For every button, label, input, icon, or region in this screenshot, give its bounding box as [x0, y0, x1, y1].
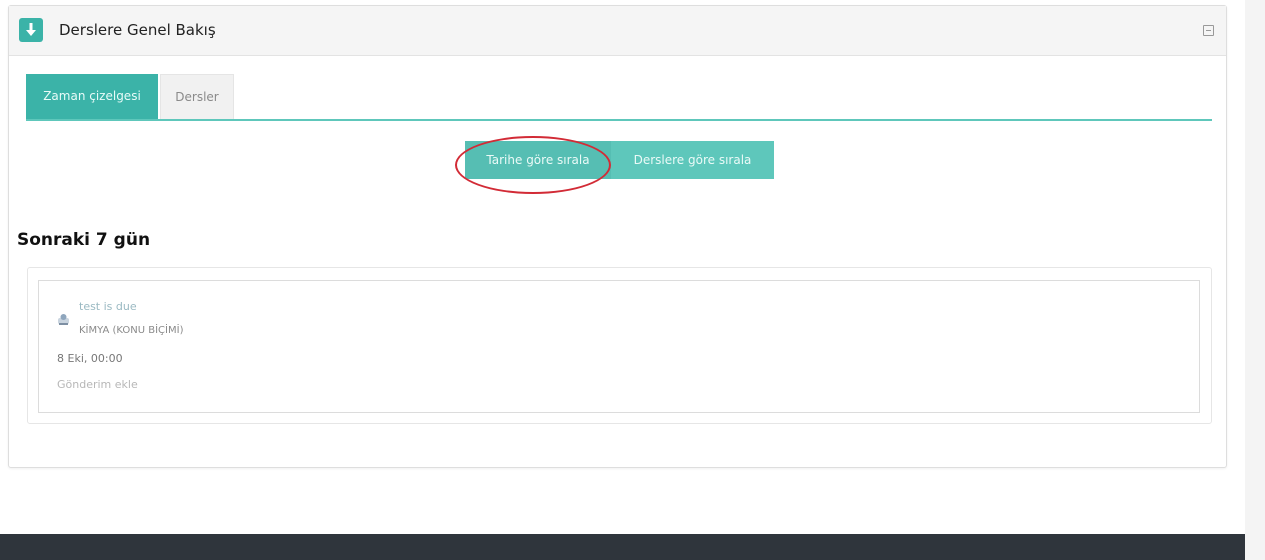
block-header: Derslere Genel Bakış [9, 6, 1226, 56]
collapse-icon[interactable] [1203, 25, 1214, 36]
event-title-link[interactable]: test is due [79, 300, 137, 313]
sort-button-group: Tarihe göre sırala Derslere göre sırala [465, 141, 774, 179]
event-date: 8 Eki, 00:00 [57, 352, 123, 365]
tab-bar: Zaman çizelgesi Dersler [26, 74, 1212, 121]
footer-bar [0, 534, 1245, 560]
download-icon[interactable] [19, 18, 43, 42]
page-scroll-gutter [1245, 0, 1265, 560]
course-overview-block: Derslere Genel Bakış Zaman çizelgesi Der… [8, 5, 1227, 468]
sort-by-course-button[interactable]: Derslere göre sırala [611, 141, 774, 179]
add-submission-link[interactable]: Gönderim ekle [57, 378, 138, 391]
event-item: test is due KİMYA (KONU BİÇİMİ) 8 Eki, 0… [38, 280, 1200, 413]
section-heading: Sonraki 7 gün [17, 230, 151, 250]
tab-courses[interactable]: Dersler [160, 74, 234, 119]
event-course-name: KİMYA (KONU BİÇİMİ) [79, 325, 184, 336]
tab-timeline[interactable]: Zaman çizelgesi [26, 74, 158, 119]
sort-by-date-button[interactable]: Tarihe göre sırala [465, 141, 611, 179]
block-title: Derslere Genel Bakış [59, 21, 216, 39]
event-list-card: test is due KİMYA (KONU BİÇİMİ) 8 Eki, 0… [27, 267, 1212, 424]
page: Derslere Genel Bakış Zaman çizelgesi Der… [0, 0, 1265, 560]
assignment-icon [57, 311, 70, 325]
